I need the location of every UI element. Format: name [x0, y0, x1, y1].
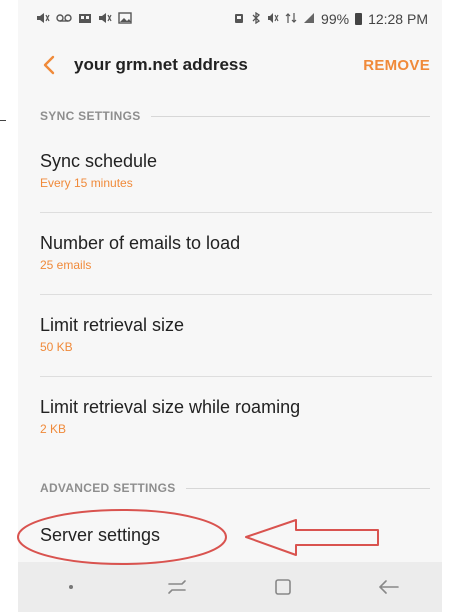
app-header: your grm.net address REMOVE	[18, 40, 442, 90]
item-divider	[40, 376, 432, 377]
alarm-icon	[233, 12, 245, 27]
item-title: Number of emails to load	[40, 233, 241, 253]
item-divider	[40, 212, 432, 213]
sync-schedule-item[interactable]: Sync schedule Every 15 minutes	[40, 150, 432, 190]
nav-back-button[interactable]	[369, 567, 409, 607]
recent-apps-button[interactable]	[157, 567, 197, 607]
signal-icon	[303, 12, 315, 27]
home-icon	[275, 579, 291, 595]
status-time: 12:28 PM	[368, 11, 428, 27]
home-button[interactable]	[263, 567, 303, 607]
battery-icon	[355, 13, 363, 25]
recent-apps-icon	[168, 580, 186, 594]
mute-icon	[36, 12, 50, 27]
phone-screen: 99% 12:28 PM your grm.net address REMOVE…	[18, 0, 442, 612]
item-title: Server settings	[40, 525, 161, 545]
bluetooth-icon	[251, 11, 261, 27]
data-icon	[285, 12, 297, 27]
navigation-bar	[18, 562, 442, 612]
section-label: ADVANCED SETTINGS	[40, 481, 176, 495]
item-subtitle: Every 15 minutes	[40, 176, 133, 190]
limit-retrieval-roaming-item[interactable]: Limit retrieval size while roaming 2 KB	[40, 396, 432, 436]
media-icon	[78, 12, 92, 27]
mute-icon	[98, 12, 112, 27]
back-button[interactable]	[38, 50, 60, 80]
item-subtitle: 50 KB	[40, 340, 73, 354]
item-divider	[40, 294, 432, 295]
battery-percentage: 99%	[321, 11, 350, 27]
page-edge-mark	[0, 120, 6, 121]
gallery-icon	[118, 11, 132, 27]
item-subtitle: 2 KB	[40, 422, 67, 436]
page-title: your grm.net address	[74, 55, 248, 74]
remove-button[interactable]: REMOVE	[363, 57, 430, 74]
sync-settings-header: SYNC SETTINGS	[40, 106, 430, 126]
item-title: Limit retrieval size	[40, 315, 185, 335]
status-right-icons: 99% 12:28 PM	[233, 11, 428, 27]
voicemail-icon	[56, 12, 72, 26]
limit-retrieval-size-item[interactable]: Limit retrieval size 50 KB	[40, 314, 432, 354]
vibrate-icon	[267, 12, 279, 27]
advanced-settings-header: ADVANCED SETTINGS	[40, 478, 430, 498]
item-subtitle: 25 emails	[40, 258, 92, 272]
section-divider	[185, 487, 430, 489]
server-settings-item[interactable]: Server settings	[40, 524, 432, 546]
emails-to-load-item[interactable]: Number of emails to load 25 emails	[40, 232, 432, 272]
nav-dot-button[interactable]	[51, 567, 91, 607]
status-left-icons	[36, 11, 132, 27]
section-label: SYNC SETTINGS	[40, 109, 141, 123]
dot-icon	[69, 585, 73, 589]
section-divider	[150, 115, 430, 117]
item-title: Limit retrieval size while roaming	[40, 397, 301, 417]
back-arrow-icon	[43, 55, 55, 75]
item-title: Sync schedule	[40, 151, 158, 171]
status-bar: 99% 12:28 PM	[18, 0, 442, 38]
nav-back-icon	[379, 580, 399, 594]
